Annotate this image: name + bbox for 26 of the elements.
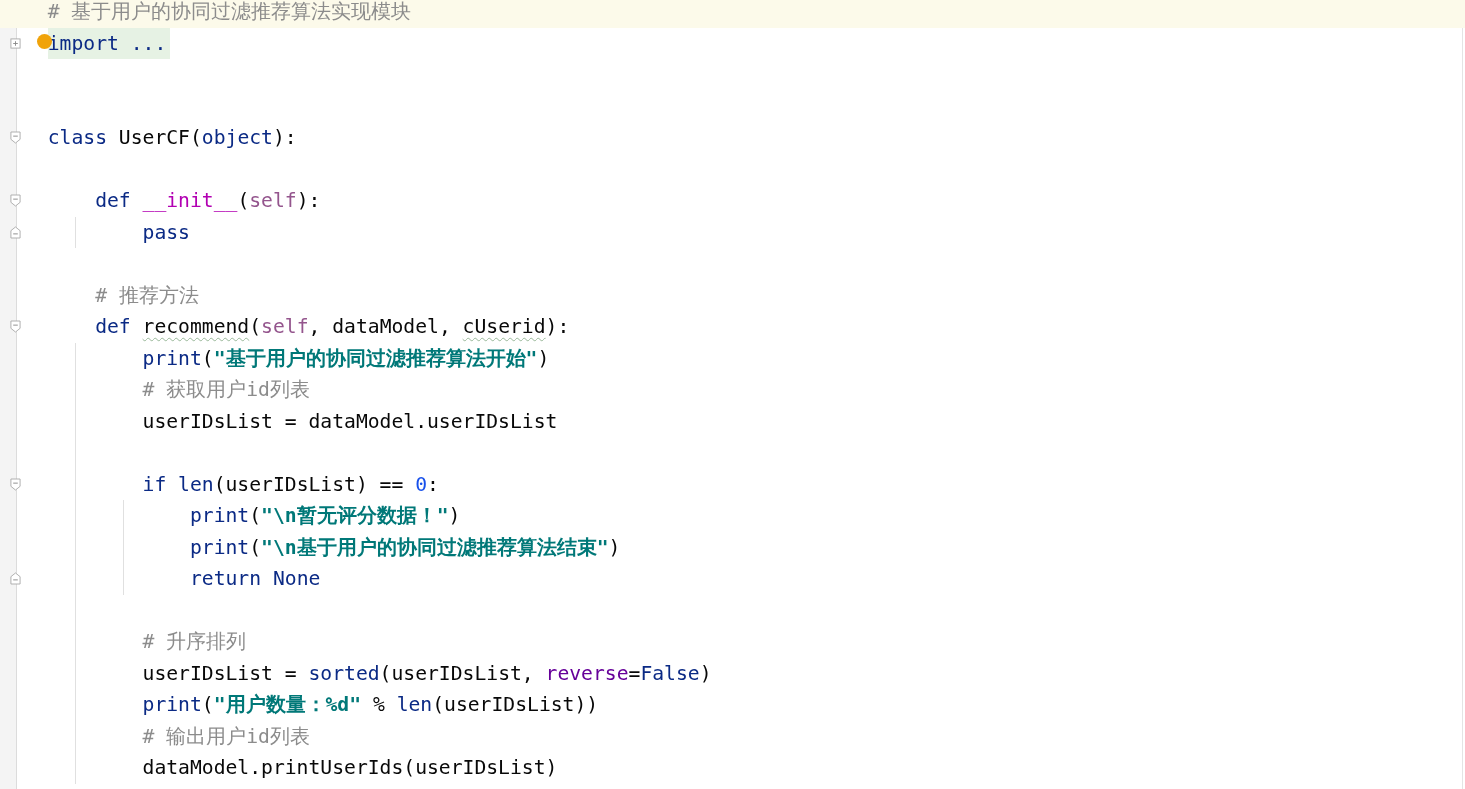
code-line: print("用户数量：%d" % len(userIDsList)) (142, 692, 599, 718)
code-line: userIDsList = dataModel.userIDsList (142, 408, 558, 435)
folded-code: import ... (47, 27, 171, 59)
code-line: print("\n基于用户的协同过滤推荐算法结束") (189, 534, 621, 561)
code-line: return None (189, 566, 321, 592)
code-line: # 升序排列 (142, 629, 247, 655)
code-line: pass (142, 219, 190, 246)
expand-icon[interactable] (10, 37, 21, 49)
fold-icon[interactable] (10, 320, 21, 333)
code-line: def __init__(self): (95, 188, 321, 214)
code-line: print("\n暂无评分数据！") (189, 503, 461, 529)
code-line: def recommend(self, dataModel, cUserid): (95, 314, 570, 340)
code-line: # 获取用户id列表 (142, 377, 310, 403)
fold-icon[interactable] (10, 477, 21, 491)
fold-icon[interactable] (10, 131, 21, 144)
code-line: class UserCF(object): (47, 125, 297, 151)
code-line: # 基于用户的协同过滤推荐算法实现模块 (47, 0, 412, 25)
code-line: if len(userIDsList) == 0: (142, 471, 439, 498)
fold-end-icon[interactable] (10, 225, 21, 239)
code-line: print("基于用户的协同过滤推荐算法开始") (142, 345, 550, 372)
code-line: # 推荐方法 (95, 282, 199, 309)
fold-end-icon[interactable] (10, 572, 21, 585)
fold-icon[interactable] (10, 194, 21, 207)
code-line: userIDsList = sorted(userIDsList, reverse=False) (142, 660, 712, 687)
code-line: dataModel.printUserIds(userIDsList) (142, 755, 558, 781)
code-line: # 输出用户id列表 (142, 723, 310, 750)
